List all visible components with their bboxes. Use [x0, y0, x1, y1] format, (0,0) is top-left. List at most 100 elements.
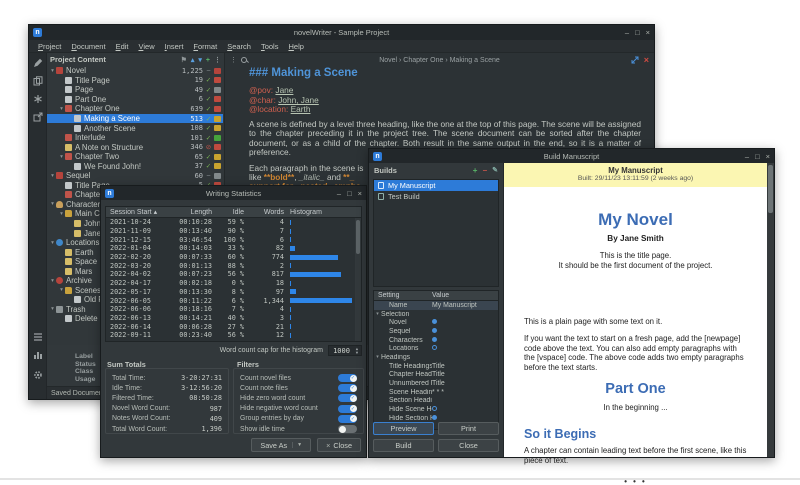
- session-row[interactable]: 2022-06-0600:18:167 %4: [106, 305, 361, 314]
- build-settings-table[interactable]: Setting Value NameMy Manuscript▾Selectio…: [373, 290, 499, 430]
- menu-bar[interactable]: ProjectDocumentEditViewInsertFormatSearc…: [29, 40, 654, 53]
- session-row[interactable]: 2021-11-0900:13:4090 %7: [106, 227, 361, 236]
- close-button[interactable]: Close: [438, 439, 499, 452]
- build-item-test-build[interactable]: Test Build: [374, 191, 498, 202]
- novel-tree-icon[interactable]: [32, 93, 44, 105]
- settings-gear-icon[interactable]: [32, 369, 44, 381]
- session-row[interactable]: 2022-01-0400:14:0333 %82: [106, 244, 361, 253]
- menu-view[interactable]: View: [134, 42, 160, 51]
- search-icon[interactable]: [241, 57, 248, 64]
- setting-headings[interactable]: ▾Headings: [374, 353, 498, 362]
- minimize-icon[interactable]: –: [625, 28, 629, 37]
- stats-icon[interactable]: [32, 349, 44, 361]
- outline-icon[interactable]: [32, 331, 44, 343]
- menu-tools[interactable]: Tools: [256, 42, 284, 51]
- export-icon[interactable]: [32, 111, 44, 123]
- session-row[interactable]: 2022-06-1400:06:2827 %21: [106, 322, 361, 331]
- preview-scrollbar[interactable]: [767, 163, 774, 457]
- main-titlebar[interactable]: n novelWriter - Sample Project – □ ×: [29, 25, 654, 40]
- edit-build-icon[interactable]: ✎: [492, 166, 498, 174]
- tree-item-another-scene[interactable]: Another Scene108✓: [47, 123, 223, 133]
- print-button[interactable]: Print: [438, 422, 499, 435]
- session-row[interactable]: 2022-06-0500:11:226 %1,344: [106, 296, 361, 305]
- menu-insert[interactable]: Insert: [160, 42, 189, 51]
- close-button[interactable]: ×Close: [317, 438, 361, 452]
- setting-characters[interactable]: Characters: [374, 336, 498, 345]
- session-row[interactable]: 2022-03-2000:01:1388 %2: [106, 261, 361, 270]
- toggle-switch[interactable]: ✓: [338, 394, 357, 402]
- column-header-session-start[interactable]: Session Start ▴: [106, 208, 162, 216]
- column-header-words[interactable]: Words: [244, 209, 284, 216]
- menu-edit[interactable]: Edit: [111, 42, 134, 51]
- manuscript-page[interactable]: My Novel By Jane Smith This is the title…: [504, 187, 767, 457]
- session-row[interactable]: 2022-02-2000:07:3360 %774: [106, 253, 361, 262]
- toggle-switch[interactable]: ✓: [338, 405, 357, 413]
- column-header-length[interactable]: Length: [162, 209, 212, 216]
- move-up-icon[interactable]: ▴: [191, 57, 195, 64]
- save-as-button[interactable]: Save As▼: [251, 438, 311, 452]
- build-item-my-manuscript[interactable]: My Manuscript: [374, 180, 498, 191]
- menu-document[interactable]: Document: [66, 42, 110, 51]
- session-row[interactable]: 2022-05-1700:13:308 %97: [106, 288, 361, 297]
- menu-project[interactable]: Project: [33, 42, 66, 51]
- focus-mode-icon[interactable]: [631, 51, 639, 69]
- breadcrumb[interactable]: Novel › Chapter One › Making a Scene: [285, 57, 594, 64]
- maximize-icon[interactable]: □: [755, 152, 760, 161]
- add-item-icon[interactable]: +: [206, 57, 210, 64]
- toggle-switch[interactable]: ✓: [338, 415, 357, 423]
- spinner-icons[interactable]: ▲▼: [354, 346, 360, 355]
- close-icon[interactable]: ×: [766, 152, 770, 161]
- edit-icon[interactable]: [32, 57, 44, 69]
- session-row[interactable]: 2022-06-1300:14:2140 %3: [106, 314, 361, 323]
- minimize-icon[interactable]: –: [745, 152, 749, 161]
- toggle-switch[interactable]: [338, 425, 357, 433]
- close-icon[interactable]: ×: [358, 189, 362, 198]
- builds-list[interactable]: My ManuscriptTest Build: [373, 179, 499, 287]
- setting-locations[interactable]: Locations: [374, 344, 498, 353]
- toggle-switch[interactable]: ✓: [338, 384, 357, 392]
- menu-search[interactable]: Search: [222, 42, 256, 51]
- session-row[interactable]: 2022-04-0200:07:2356 %817: [106, 270, 361, 279]
- close-document-icon[interactable]: ×: [644, 55, 649, 65]
- session-row[interactable]: 2022-04-1700:02:180 %18: [106, 279, 361, 288]
- minimize-icon[interactable]: –: [337, 189, 341, 198]
- menu-help[interactable]: Help: [283, 42, 308, 51]
- tree-item-chapter-two[interactable]: ▾Chapter Two65✓: [47, 152, 223, 162]
- setting-novel[interactable]: Novel: [374, 318, 498, 327]
- stats-titlebar[interactable]: n Writing Statistics – □ ×: [101, 186, 366, 200]
- tree-item-making-a-scene[interactable]: Making a Scene513✓: [47, 114, 223, 124]
- session-row[interactable]: 2021-10-2400:10:2859 %4: [106, 218, 361, 227]
- tree-item-we-found-john-[interactable]: We Found John!37✓: [47, 161, 223, 171]
- cap-input[interactable]: 1000 ▲▼: [328, 345, 362, 356]
- setting-sequel[interactable]: Sequel: [374, 327, 498, 336]
- table-scrollbar[interactable]: [355, 218, 361, 341]
- more-menu-icon[interactable]: ⋮: [214, 57, 221, 64]
- tree-item-page[interactable]: Page49✓: [47, 85, 223, 95]
- session-row[interactable]: 2022-09-1100:23:4056 %12: [106, 331, 361, 340]
- toggle-switch[interactable]: ✓: [338, 374, 357, 382]
- setting-title-headings[interactable]: Title HeadingsTitle: [374, 362, 498, 371]
- setting-selection[interactable]: ▾Selection: [374, 310, 498, 319]
- menu-format[interactable]: Format: [188, 42, 222, 51]
- remove-build-icon[interactable]: −: [482, 166, 487, 175]
- maximize-icon[interactable]: □: [635, 28, 640, 37]
- add-build-icon[interactable]: +: [473, 166, 478, 175]
- setting-section-headings[interactable]: Section Headings: [374, 397, 498, 406]
- preview-button[interactable]: Preview: [373, 422, 434, 435]
- tree-item-interlude[interactable]: Interlude101✓: [47, 133, 223, 143]
- close-icon[interactable]: ×: [646, 28, 650, 37]
- tree-item-part-one[interactable]: Part One6✓: [47, 95, 223, 105]
- maximize-icon[interactable]: □: [347, 189, 352, 198]
- move-down-icon[interactable]: ▾: [198, 57, 202, 64]
- session-row[interactable]: 2021-12-1503:46:54100 %6: [106, 235, 361, 244]
- bookmark-icon[interactable]: ⚑: [181, 57, 187, 64]
- setting-hide-scene-headings[interactable]: Hide Scene Headings: [374, 405, 498, 414]
- setting-chapter-headings[interactable]: Chapter HeadingsTitle: [374, 371, 498, 380]
- setting-scene-headings[interactable]: Scene Headings* * *: [374, 388, 498, 397]
- tree-item-novel[interactable]: ▾Novel1,225–: [47, 66, 223, 76]
- editor-menu-icon[interactable]: ⋮: [230, 56, 237, 64]
- setting-unnumbered-headings[interactable]: Unnumbered HeadingsTitle: [374, 379, 498, 388]
- tree-item-a-note-on-structure[interactable]: A Note on Structure346⊘: [47, 142, 223, 152]
- tree-item-title-page[interactable]: Title Page19✓: [47, 76, 223, 86]
- sessions-table[interactable]: Session Start ▴LengthIdleWordsHistogram …: [105, 206, 362, 342]
